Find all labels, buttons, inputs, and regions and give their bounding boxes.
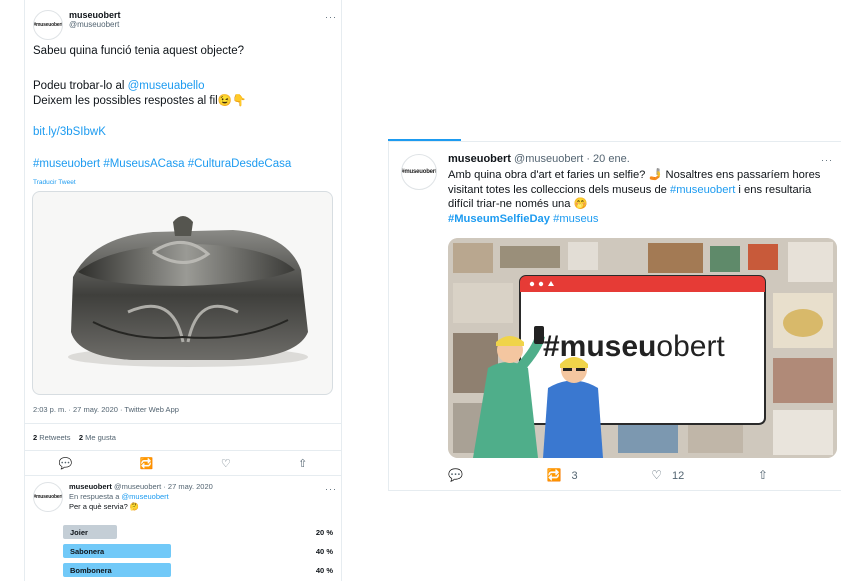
tweet-header: museuobert @museuobert · 20 ene. <box>448 153 630 165</box>
more-options-icon[interactable]: ··· <box>325 12 337 22</box>
hashtag-link[interactable]: #museuobert <box>670 184 735 196</box>
image-logo-light: obert <box>656 330 725 363</box>
poll-option: Joier 20 % <box>63 525 333 539</box>
text-line3: Deixem les possibles respostes al fil <box>33 95 218 107</box>
like-icon[interactable]: ♡ <box>651 468 662 482</box>
hashtag-link[interactable]: #museus <box>550 213 598 225</box>
tweet-text-line3: Deixem les possibles respostes al fil😉👇 <box>33 94 246 109</box>
retweet-count: 3 <box>571 470 578 482</box>
avatar[interactable]: #museuobert <box>401 154 437 190</box>
share-icon[interactable]: ⇧ <box>298 457 307 470</box>
hashtag-link[interactable]: #MuseumSelfieDay <box>448 213 550 225</box>
divider <box>25 450 341 451</box>
divider <box>25 423 341 424</box>
reply-icon[interactable]: 💬 <box>59 457 73 470</box>
translate-link[interactable]: Traducir Tweet <box>33 175 76 190</box>
museuobert-selfie-illustration: #museuobert <box>448 238 837 458</box>
text-prefix: Podeu trobar-lo al <box>33 80 128 92</box>
hashtags[interactable]: #museuobert #MuseusACasa #CulturaDesdeCa… <box>33 157 291 172</box>
author-name[interactable]: museuobert <box>69 10 121 20</box>
like-button[interactable]: ♡ 12 <box>651 468 684 482</box>
share-icon[interactable]: ⇧ <box>758 468 768 482</box>
author-handle[interactable]: @museuobert <box>69 20 121 29</box>
pewter-box-image <box>68 216 308 367</box>
tweet-text-line2: Podeu trobar-lo al @museuabello <box>33 79 205 94</box>
author-handle-date[interactable]: @museuobert · 20 ene. <box>511 153 630 165</box>
avatar[interactable]: #museuobert <box>33 482 63 512</box>
divider <box>25 475 341 476</box>
retweets-label[interactable]: Retweets <box>37 433 70 442</box>
poll-option-label: Bombonera <box>70 566 112 575</box>
reply-icon[interactable]: 💬 <box>448 468 463 482</box>
action-bar: 💬 🔁 ♡ ⇧ <box>25 457 341 470</box>
tweet-text-line1: Sabeu quina funció tenia aquest objecte? <box>33 45 244 57</box>
reply-to-label: En respuesta a <box>69 492 122 501</box>
poll-option-percent: 20 % <box>315 528 333 537</box>
poll-option-label: Sabonera <box>70 547 105 556</box>
author-name[interactable]: museuobert <box>69 482 112 491</box>
engagement-stats: 2 Retweets 2 Me gusta <box>33 433 116 442</box>
retweet-button[interactable]: 🔁 3 <box>547 468 578 482</box>
right-tweet-panel: #museuobert museuobert @museuobert · 20 … <box>388 141 841 491</box>
left-tweet-panel: #museuobert museuobert @museuobert ··· S… <box>24 0 342 581</box>
tweet-image[interactable] <box>32 191 333 395</box>
like-icon[interactable]: ♡ <box>221 457 231 470</box>
tweet-image[interactable]: #museuobert <box>448 238 837 458</box>
reply-tweet: #museuobert museuobert @museuobert · 27 … <box>33 482 213 512</box>
short-link[interactable]: bit.ly/3bSIbwK <box>33 125 106 140</box>
retweet-icon[interactable]: 🔁 <box>140 457 154 470</box>
tweet-header: #museuobert museuobert @museuobert <box>33 10 121 40</box>
author-handle-date[interactable]: @museuobert · 27 may. 2020 <box>112 482 213 491</box>
poll-option: Bombonera 40 % <box>63 563 333 577</box>
poll-option-percent: 40 % <box>315 547 333 556</box>
reply-to-mention[interactable]: @museuobert <box>122 492 169 501</box>
likes-label[interactable]: Me gusta <box>83 433 116 442</box>
retweet-icon[interactable]: 🔁 <box>547 468 562 482</box>
emoji: 😉👇 <box>217 95 247 107</box>
poll-option-label: Joier <box>70 528 88 537</box>
poll-option-percent: 40 % <box>315 566 333 575</box>
like-count: 12 <box>672 470 685 482</box>
image-logo-bold: #museu <box>543 330 656 363</box>
mention-link[interactable]: @museuabello <box>128 80 205 92</box>
more-options-icon[interactable]: ··· <box>821 155 833 165</box>
share-button[interactable]: ⇧ <box>758 468 778 482</box>
action-bar: 💬 🔁 3 ♡ 12 ⇧ <box>448 468 778 482</box>
poll-option: Sabonera 40 % <box>63 544 333 558</box>
poll-question: Per a què servia? 🤔 <box>69 502 140 511</box>
tweet-text: Amb quina obra d'art et faries un selfie… <box>448 168 828 226</box>
reply-button[interactable]: 💬 <box>448 468 473 482</box>
more-options-icon[interactable]: ··· <box>325 484 337 494</box>
avatar[interactable]: #museuobert <box>33 10 63 40</box>
tweet-timestamp[interactable]: 2:03 p. m. · 27 may. 2020 · Twitter Web … <box>33 405 179 414</box>
author-name[interactable]: museuobert <box>448 153 511 165</box>
